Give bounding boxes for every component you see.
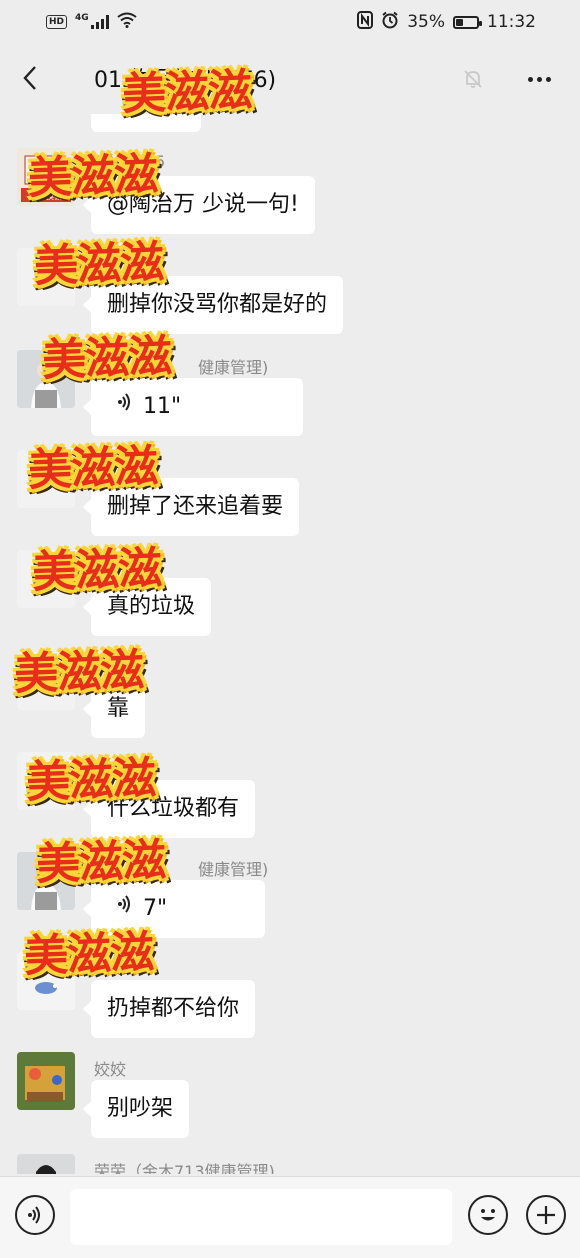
battery-percent: 35% xyxy=(407,12,445,32)
chat-header: 01 物品转让(476) xyxy=(0,44,580,114)
message-bubble[interactable]: 真的垃圾 xyxy=(82,578,212,636)
message-bubble[interactable]: 靠 xyxy=(82,680,146,738)
status-left: HD 4G xyxy=(46,12,137,32)
chat-title: 01 物品转让(476) xyxy=(94,68,277,93)
voice-message-bubble[interactable]: 11" xyxy=(83,378,303,436)
avatar[interactable] xyxy=(17,1154,75,1174)
avatar[interactable] xyxy=(17,852,75,910)
battery-fill xyxy=(456,18,463,26)
hd-badge: HD xyxy=(46,15,68,29)
message-input[interactable] xyxy=(70,1189,452,1245)
chevron-left-icon xyxy=(23,66,36,90)
message-list[interactable]: 高价换钱 5844295 @陶治万 少说一句! 删掉你没骂你都是好的 健康管理)… xyxy=(0,114,580,1174)
sender-name: 姣姣 xyxy=(94,1060,127,1079)
battery-icon xyxy=(453,15,482,29)
message-bubble[interactable]: 删掉你没骂你都是好的 xyxy=(82,276,344,334)
voice-message-bubble[interactable]: 7" xyxy=(83,880,265,938)
voice-wave-icon xyxy=(117,378,133,436)
message-bubble[interactable]: 扔掉都不给你 xyxy=(82,980,256,1038)
avatar[interactable] xyxy=(17,248,75,306)
network-label: 4G xyxy=(75,13,89,23)
sender-name: 5844295 xyxy=(94,152,166,171)
status-bar: HD 4G 35% 11:32 xyxy=(0,0,580,44)
voice-duration: 11" xyxy=(143,394,182,419)
more-dot xyxy=(545,76,551,82)
nfc-icon xyxy=(357,10,374,34)
back-button[interactable] xyxy=(14,62,46,94)
avatar[interactable] xyxy=(17,652,75,710)
emoji-icon xyxy=(481,1209,495,1221)
message-bubble[interactable]: 别吵架 xyxy=(82,1080,190,1138)
message-bubble[interactable]: @陶治万 少说一句! xyxy=(83,176,315,234)
message-bubble[interactable]: 什么垃圾都有 xyxy=(82,780,256,838)
avatar[interactable] xyxy=(17,450,75,508)
plus-icon xyxy=(537,1206,555,1224)
status-time: 11:32 xyxy=(487,12,536,32)
more-dot xyxy=(527,76,533,82)
emoji-button[interactable] xyxy=(468,1195,508,1235)
mute-bell-icon xyxy=(462,68,486,92)
avatar[interactable] xyxy=(17,952,75,1010)
sender-name: 荣荣（金木713健康管理) xyxy=(94,1162,275,1174)
wifi-icon xyxy=(117,12,137,32)
svg-text:高价换钱: 高价换钱 xyxy=(30,191,62,201)
voice-icon xyxy=(28,1206,40,1224)
avatar[interactable] xyxy=(17,350,75,408)
more-button[interactable] xyxy=(521,64,557,94)
input-bar xyxy=(0,1176,580,1258)
voice-input-button[interactable] xyxy=(15,1195,55,1235)
avatar[interactable] xyxy=(17,1052,75,1110)
plus-button[interactable] xyxy=(526,1195,566,1235)
alarm-icon xyxy=(381,11,399,34)
avatar[interactable] xyxy=(17,550,75,608)
sender-name: 健康管理) xyxy=(198,358,269,377)
more-dot xyxy=(536,76,542,82)
message-bubble[interactable]: 删掉了还来追着要 xyxy=(82,478,300,536)
status-right: 35% 11:32 xyxy=(357,10,536,34)
avatar[interactable]: 高价换钱 xyxy=(17,148,75,206)
voice-wave-icon xyxy=(117,880,133,938)
voice-duration: 7" xyxy=(143,896,168,921)
avatar[interactable] xyxy=(17,752,75,810)
message-bubble[interactable] xyxy=(91,114,201,132)
signal-icon xyxy=(90,15,109,29)
sender-name: 健康管理) xyxy=(198,860,269,879)
